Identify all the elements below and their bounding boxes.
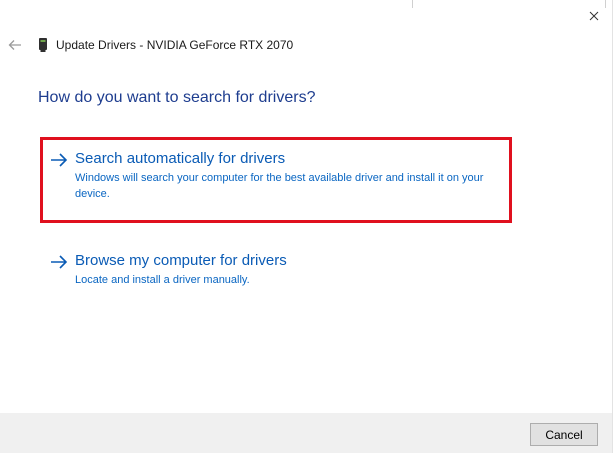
right-arrow-icon (51, 255, 68, 269)
close-button[interactable] (584, 6, 604, 26)
back-button[interactable] (6, 36, 24, 54)
graphics-card-icon (39, 38, 47, 52)
browse-computer-option[interactable]: Browse my computer for drivers Locate an… (40, 246, 512, 306)
option-description: Locate and install a driver manually. (75, 274, 250, 286)
option-description: Windows will search your computer for th… (75, 172, 484, 200)
option-text: Search automatically for drivers Windows… (75, 149, 497, 202)
divider (605, 0, 606, 8)
cancel-button[interactable]: Cancel (530, 423, 598, 446)
dialog-footer: Cancel (0, 413, 612, 453)
page-heading: How do you want to search for drivers? (38, 89, 316, 106)
title-bar: Update Drivers - NVIDIA GeForce RTX 2070 (38, 37, 293, 53)
back-arrow-icon (8, 40, 21, 50)
top-edge (0, 0, 612, 8)
option-title: Search automatically for drivers (75, 150, 286, 167)
right-arrow-icon (51, 153, 68, 167)
update-drivers-dialog: Update Drivers - NVIDIA GeForce RTX 2070… (0, 0, 613, 453)
window-title: Update Drivers - NVIDIA GeForce RTX 2070 (56, 38, 294, 52)
divider (412, 0, 413, 8)
search-automatically-option[interactable]: Search automatically for drivers Windows… (40, 137, 512, 223)
close-icon (589, 11, 599, 21)
option-text: Browse my computer for drivers Locate an… (75, 251, 287, 288)
option-title: Browse my computer for drivers (75, 252, 287, 269)
